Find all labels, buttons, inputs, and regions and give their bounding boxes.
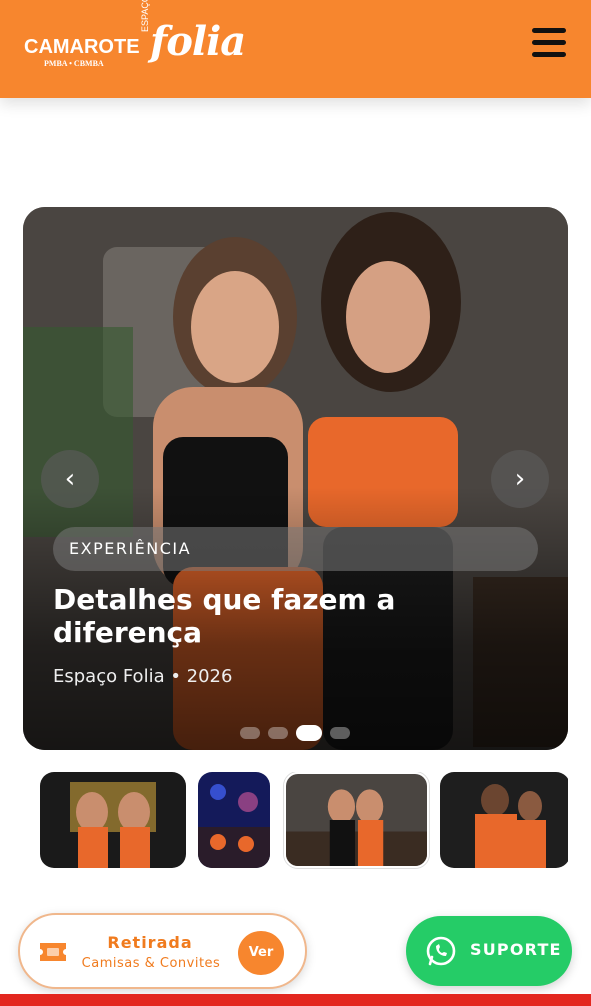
chevron-left-icon[interactable]: ‹: [41, 450, 99, 508]
carousel-dot-active[interactable]: [296, 724, 322, 741]
carousel-dot[interactable]: [240, 726, 260, 739]
ver-button[interactable]: Ver: [238, 931, 284, 975]
carousel-dot[interactable]: [268, 726, 288, 739]
thumbnail-3-selected[interactable]: [284, 772, 429, 868]
top-bar: CAMAROTE PMBA • CBMBA ESPAÇO folia: [0, 0, 591, 98]
logo-subtitle: PMBA • CBMBA: [44, 59, 104, 68]
logo-folia-text: folia: [150, 18, 246, 65]
logo-espaco-text: ESPAÇO: [140, 0, 150, 32]
carousel-dots: [240, 722, 358, 741]
retirada-button[interactable]: Retirada Camisas & Convites Ver: [18, 913, 307, 989]
suporte-label: SUPORTE: [470, 940, 562, 959]
logo-camarote-text: CAMAROTE: [24, 36, 140, 58]
hero-meta: Espaço Folia • 2026: [53, 666, 233, 687]
thumbnail-1[interactable]: [40, 772, 186, 868]
hero-title: Detalhes que fazem a diferença: [53, 583, 396, 649]
hero-category-badge: EXPERIÊNCIA: [53, 527, 538, 571]
carousel-dot[interactable]: [330, 726, 350, 739]
hamburger-menu-icon[interactable]: [532, 28, 566, 60]
suporte-whatsapp-button[interactable]: SUPORTE: [406, 916, 572, 986]
thumbnail-4[interactable]: [440, 772, 568, 868]
bottom-strip: [0, 994, 591, 1006]
hero-carousel[interactable]: ‹ › EXPERIÊNCIA Detalhes que fazem a dif…: [23, 207, 568, 750]
whatsapp-icon: [426, 936, 456, 966]
camarote-espaco-folia-logo[interactable]: CAMAROTE PMBA • CBMBA ESPAÇO folia: [22, 0, 246, 86]
thumbnail-2[interactable]: [198, 772, 270, 868]
thumbnail-strip: [40, 772, 568, 870]
chevron-right-icon[interactable]: ›: [491, 450, 549, 508]
